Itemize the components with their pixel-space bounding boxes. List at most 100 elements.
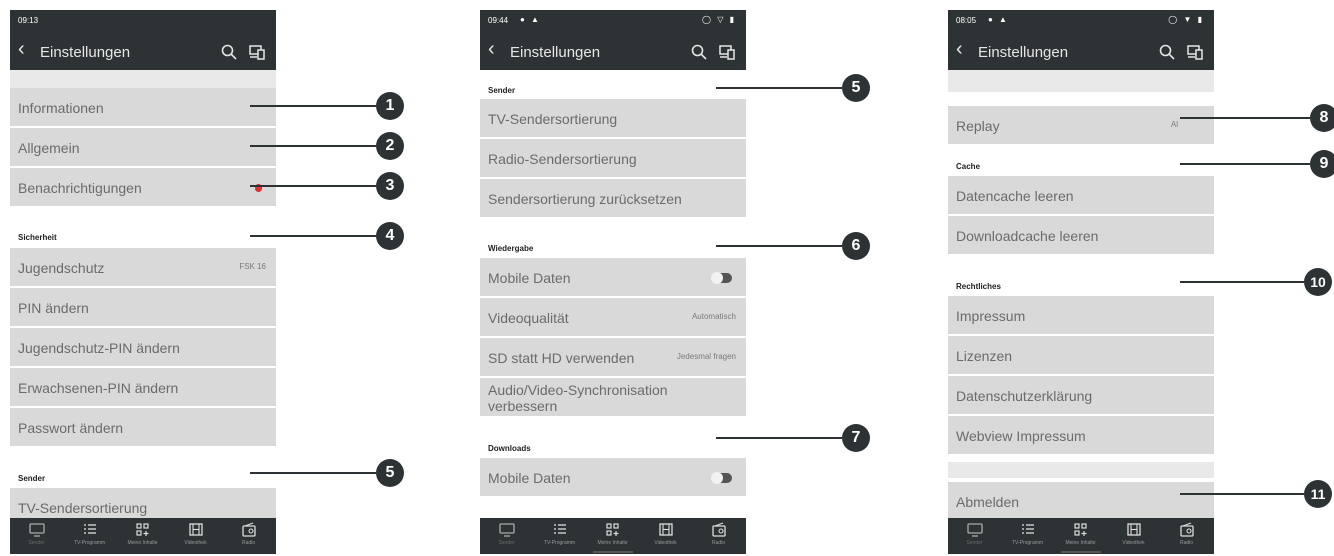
- setting-sendersortierung-zuruecksetzen[interactable]: Sendersortierung zurücksetzen: [480, 179, 746, 217]
- cast-device-icon[interactable]: [1186, 43, 1204, 61]
- row-label: Sendersortierung zurücksetzen: [488, 191, 682, 207]
- app-header: ‹ Einstellungen: [10, 30, 276, 70]
- settings-list: Sender TV-Sendersortierung Radio-Senders…: [480, 70, 746, 518]
- setting-radio-sendersortierung[interactable]: Radio-Sendersortierung: [480, 139, 746, 177]
- setting-impressum[interactable]: Impressum: [948, 296, 1214, 334]
- setting-datencache-leeren[interactable]: Datencache leeren: [948, 176, 1214, 214]
- nav-tv-programm[interactable]: TV-Programm: [1001, 522, 1054, 546]
- setting-av-synchronisation[interactable]: Audio/Video-Synchronisation verbessern: [480, 378, 746, 416]
- grid-plus-icon: [135, 523, 149, 536]
- callout-line-11: [1180, 493, 1304, 495]
- row-value: Automatisch: [691, 312, 736, 321]
- status-icons: ● ▲: [988, 15, 1009, 24]
- section-header-sender: Sender: [488, 86, 516, 95]
- setting-webview-impressum[interactable]: Webview Impressum: [948, 416, 1214, 454]
- toggle-knob: [711, 472, 723, 484]
- row-label: TV-Sendersortierung: [18, 500, 148, 516]
- nav-sender[interactable]: Sender: [948, 522, 1001, 546]
- film-icon: [1126, 523, 1141, 536]
- row-label: PIN ändern: [18, 300, 89, 316]
- setting-jugendschutz-pin[interactable]: Jugendschutz-PIN ändern: [10, 328, 276, 366]
- nav-videothek[interactable]: Videothek: [639, 522, 692, 546]
- nav-label: Videothek: [654, 540, 677, 546]
- nav-sender[interactable]: Sender: [480, 522, 533, 546]
- row-label: Videoqualität: [488, 310, 569, 326]
- setting-replay[interactable]: Replay Al: [948, 106, 1214, 144]
- spacer: [948, 462, 1214, 478]
- row-label: SD statt HD verwenden: [488, 350, 635, 366]
- row-value: Jedesmal fragen: [676, 352, 736, 361]
- callout-line-6: [716, 245, 842, 247]
- search-icon[interactable]: [220, 43, 238, 61]
- setting-tv-sendersortierung[interactable]: TV-Sendersortierung: [480, 99, 746, 137]
- row-label: Lizenzen: [956, 348, 1013, 364]
- setting-erwachsenen-pin[interactable]: Erwachsenen-PIN ändern: [10, 368, 276, 406]
- setting-mobile-daten[interactable]: Mobile Daten: [480, 258, 746, 296]
- callout-line-3: [250, 185, 376, 187]
- page-title: Einstellungen: [978, 44, 1069, 61]
- app-header: ‹ Einstellungen: [480, 30, 746, 70]
- spacer: [948, 70, 1214, 92]
- setting-pin-aendern[interactable]: PIN ändern: [10, 288, 276, 326]
- callout-line-8: [1180, 117, 1310, 119]
- row-value: Al: [1170, 120, 1178, 129]
- chevron-left-icon[interactable]: ‹: [18, 38, 25, 61]
- setting-datenschutzerklaerung[interactable]: Datenschutzerklärung: [948, 376, 1214, 414]
- nav-label: Videothek: [1122, 540, 1145, 546]
- search-icon[interactable]: [690, 43, 708, 61]
- nav-label: Meine Inhalte: [1065, 540, 1096, 546]
- row-label: Downloadcache leeren: [956, 228, 1099, 244]
- setting-videoqualitaet[interactable]: Videoqualität Automatisch: [480, 298, 746, 336]
- nav-tv-programm[interactable]: TV-Programm: [63, 522, 116, 546]
- nav-radio[interactable]: Radio: [692, 522, 745, 546]
- nav-videothek[interactable]: Videothek: [1107, 522, 1160, 546]
- setting-downloadcache-leeren[interactable]: Downloadcache leeren: [948, 216, 1214, 254]
- nav-meine-inhalte[interactable]: Meine Inhalte: [586, 522, 639, 546]
- toggle-knob: [711, 272, 723, 284]
- cast-device-icon[interactable]: [248, 43, 266, 61]
- setting-tv-sendersortierung[interactable]: TV-Sendersortierung: [10, 488, 276, 518]
- setting-allgemein[interactable]: Allgemein: [10, 128, 276, 166]
- chevron-left-icon[interactable]: ‹: [488, 38, 495, 61]
- spacer: [10, 70, 276, 88]
- row-label: Audio/Video-Synchronisation verbessern: [488, 382, 668, 414]
- cast-device-icon[interactable]: [718, 43, 736, 61]
- nav-label: Videothek: [184, 540, 207, 546]
- status-bar: 09:13: [10, 10, 276, 30]
- nav-label: Sender: [498, 540, 515, 546]
- setting-jugendschutz[interactable]: Jugendschutz FSK 16: [10, 248, 276, 286]
- list-icon: [1021, 524, 1034, 534]
- setting-downloads-mobile-daten[interactable]: Mobile Daten: [480, 458, 746, 496]
- nav-label: Radio: [1179, 540, 1194, 546]
- nav-radio[interactable]: Radio: [1160, 522, 1213, 546]
- status-icons: ● ▲: [520, 15, 541, 24]
- row-label: Informationen: [18, 100, 104, 116]
- nav-radio[interactable]: Radio: [222, 522, 275, 546]
- setting-informationen[interactable]: Informationen: [10, 88, 276, 126]
- row-label: Passwort ändern: [18, 420, 124, 436]
- nav-sender[interactable]: Sender: [10, 522, 63, 546]
- nav-meine-inhalte[interactable]: Meine Inhalte: [116, 522, 169, 546]
- search-icon[interactable]: [1158, 43, 1176, 61]
- page-title: Einstellungen: [510, 44, 601, 61]
- callout-line-7: [716, 437, 842, 439]
- nav-meine-inhalte[interactable]: Meine Inhalte: [1054, 522, 1107, 546]
- logout-button[interactable]: Abmelden: [948, 482, 1214, 518]
- nav-label: TV-Programm: [73, 540, 106, 546]
- phone-screen-3: 08:05 ● ▲ ◯ ▼ ▮ ‹ Einstellungen Replay Al…: [948, 10, 1214, 554]
- nav-label: Sender: [966, 540, 983, 546]
- nav-label: Meine Inhalte: [127, 540, 158, 546]
- setting-sd-statt-hd[interactable]: SD statt HD verwenden Jedesmal fragen: [480, 338, 746, 376]
- downloads-mobile-daten-toggle[interactable]: [711, 472, 732, 484]
- row-label: Jugendschutz-PIN ändern: [18, 340, 180, 356]
- mobile-daten-toggle[interactable]: [711, 272, 732, 284]
- nav-videothek[interactable]: Videothek: [169, 522, 222, 546]
- film-icon: [658, 523, 673, 536]
- setting-passwort[interactable]: Passwort ändern: [10, 408, 276, 446]
- status-right-icons: ◯ ▽ ▮: [702, 15, 736, 24]
- section-header-sender: Sender: [18, 474, 46, 483]
- nav-tv-programm[interactable]: TV-Programm: [533, 522, 586, 546]
- setting-benachrichtigungen[interactable]: Benachrichtigungen: [10, 168, 276, 206]
- chevron-left-icon[interactable]: ‹: [956, 38, 963, 61]
- setting-lizenzen[interactable]: Lizenzen: [948, 336, 1214, 374]
